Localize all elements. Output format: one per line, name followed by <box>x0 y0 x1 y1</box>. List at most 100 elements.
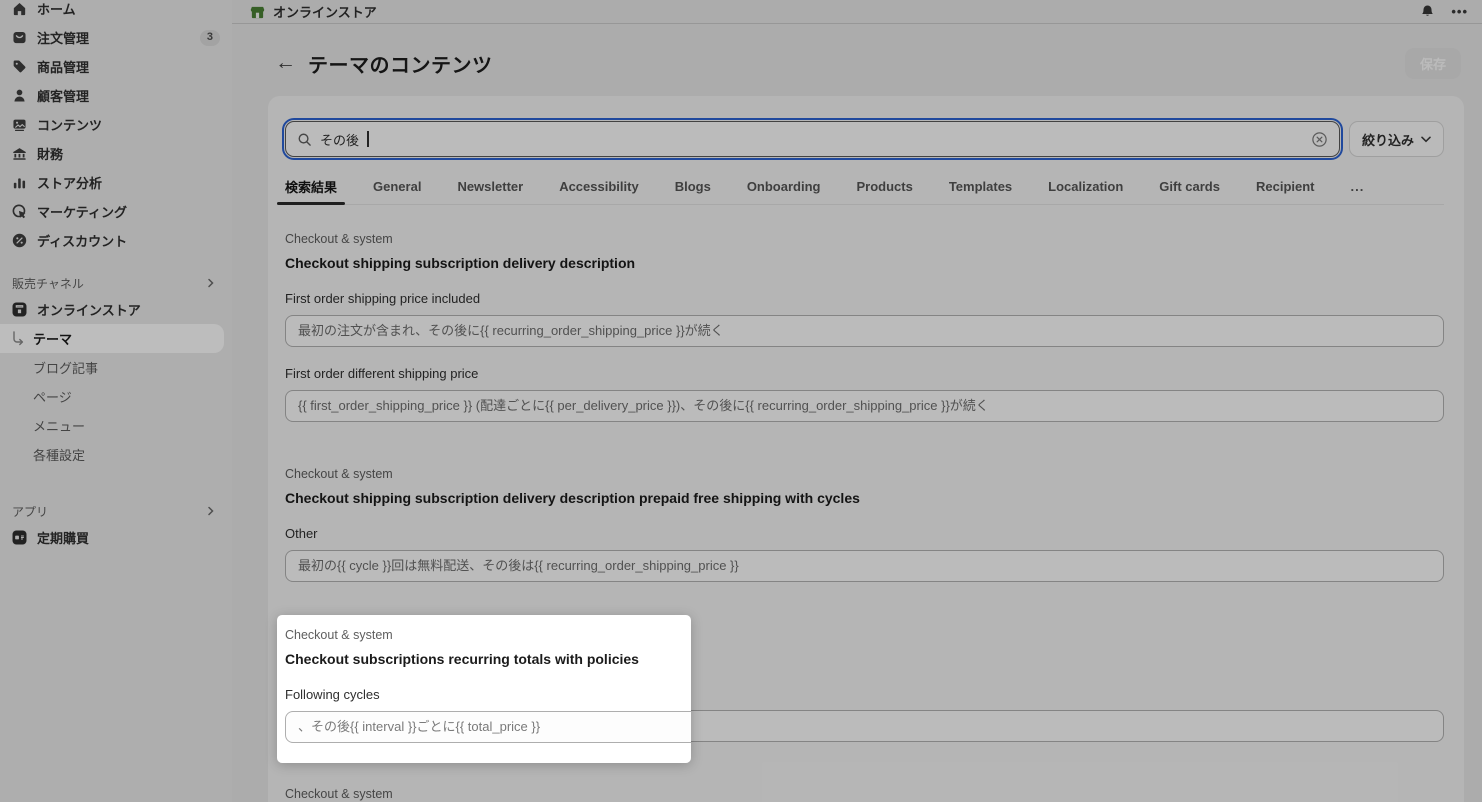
sidebar-item-label: マーケティング <box>37 205 127 220</box>
tab-onboarding[interactable]: Onboarding <box>739 168 829 204</box>
save-button[interactable]: 保存 <box>1404 47 1461 79</box>
sidebar-item-blog-posts[interactable]: ブログ記事 <box>0 353 232 382</box>
bar-chart-icon <box>10 174 28 192</box>
sidebar-item-home[interactable]: ホーム <box>0 0 232 23</box>
section-title: Checkout shipping subscription delivery … <box>285 490 860 506</box>
text-cursor <box>367 131 369 147</box>
store-chip-label: オンラインストア <box>273 5 377 20</box>
field-label: Other <box>285 526 318 541</box>
section-category: Checkout & system <box>285 467 393 481</box>
apps-header-label: アプリ <box>12 504 49 519</box>
sidebar-item-menus[interactable]: メニュー <box>0 411 232 440</box>
translation-section: Checkout & system <box>285 786 1444 802</box>
sidebar-item-discounts[interactable]: ディスカウント <box>0 226 232 255</box>
storefront-green-icon <box>250 4 265 19</box>
person-icon <box>10 87 28 105</box>
notification-bell-icon[interactable] <box>1420 4 1435 19</box>
more-menu-icon[interactable]: ••• <box>1451 5 1468 18</box>
section-title: Checkout shipping subscription delivery … <box>285 255 636 271</box>
bank-icon <box>10 145 28 163</box>
sidebar-item-label: テーマ <box>33 332 73 347</box>
back-arrow-icon[interactable]: ← <box>275 52 296 73</box>
sidebar-item-label: 注文管理 <box>37 31 90 46</box>
tab-search-results[interactable]: 検索結果 <box>277 168 346 205</box>
chevron-right-icon <box>206 278 216 288</box>
page-title: テーマのコンテンツ <box>308 54 493 77</box>
translation-section: Checkout & system Checkout shipping subs… <box>285 466 1444 582</box>
field-label: First order different shipping price <box>285 366 479 381</box>
highlighted-section-card: Checkout & system Checkout subscriptions… <box>277 615 691 763</box>
tab-general[interactable]: General <box>365 168 429 204</box>
subscription-app-icon <box>10 529 28 547</box>
search-input[interactable]: その後 <box>282 118 1343 160</box>
sidebar-item-customers[interactable]: 顧客管理 <box>0 81 232 110</box>
translation-input[interactable]: 最初の注文が含まれ、その後に{{ recurring_order_shippin… <box>285 315 1444 347</box>
search-icon <box>297 132 312 147</box>
sidebar-section-apps[interactable]: アプリ <box>0 499 232 523</box>
channel-topbar: オンラインストア ••• <box>232 0 1482 24</box>
chevron-right-icon <box>206 506 216 516</box>
sidebar-item-label: ホーム <box>37 2 76 17</box>
sidebar-section-sales-channels[interactable]: 販売チャネル <box>0 271 232 295</box>
nested-arrow-icon <box>10 330 26 347</box>
sidebar-item-label: ストア分析 <box>37 176 103 191</box>
tab-gift-cards[interactable]: Gift cards <box>1151 168 1228 204</box>
translation-input[interactable]: 、その後{{ interval }}ごとに{{ total_price }} <box>285 711 691 743</box>
sidebar-item-finance[interactable]: 財務 <box>0 139 232 168</box>
tab-newsletter[interactable]: Newsletter <box>449 168 531 204</box>
filter-button-label: 絞り込み <box>1361 132 1414 148</box>
store-chip[interactable]: オンラインストア <box>250 2 377 21</box>
sidebar-item-label: メニュー <box>33 419 86 434</box>
tab-templates[interactable]: Templates <box>941 168 1020 204</box>
sidebar-item-label: ブログ記事 <box>33 361 99 376</box>
section-category: Checkout & system <box>285 628 393 642</box>
sidebar-item-products[interactable]: 商品管理 <box>0 52 232 81</box>
sidebar-item-content[interactable]: コンテンツ <box>0 110 232 139</box>
discount-icon <box>10 232 28 250</box>
section-category: Checkout & system <box>285 232 393 246</box>
sidebar-item-label: 商品管理 <box>37 60 90 75</box>
orders-count-badge: 3 <box>199 29 220 46</box>
home-icon <box>10 0 28 18</box>
page-header: ← テーマのコンテンツ 保存 <box>232 24 1482 96</box>
field-label: First order shipping price included <box>285 291 481 306</box>
topbar-actions: ••• <box>1420 4 1468 19</box>
clear-search-icon[interactable] <box>1311 131 1328 148</box>
sidebar-item-marketing[interactable]: マーケティング <box>0 197 232 226</box>
tab-localization[interactable]: Localization <box>1040 168 1131 204</box>
tag-icon <box>10 58 28 76</box>
sidebar-item-orders[interactable]: 注文管理 3 <box>0 23 232 52</box>
tab-bar: 検索結果 General Newsletter Accessibility Bl… <box>277 168 1444 205</box>
section-category: Checkout & system <box>285 787 393 801</box>
sidebar-item-subscription-app[interactable]: 定期購買 <box>0 523 232 552</box>
online-store-icon <box>10 301 28 319</box>
sidebar-item-pages[interactable]: ページ <box>0 382 232 411</box>
translation-input[interactable]: {{ first_order_shipping_price }} (配達ごとに{… <box>285 390 1444 422</box>
sidebar-item-label: 財務 <box>37 147 64 162</box>
sidebar-item-preferences[interactable]: 各種設定 <box>0 440 232 469</box>
filter-button[interactable]: 絞り込み <box>1349 121 1444 157</box>
sidebar: ホーム 注文管理 3 商品管理 顧客管理 コンテンツ 財務 ストア分析 マーケテ… <box>0 0 232 802</box>
sidebar-item-label: ページ <box>33 390 72 405</box>
tab-products[interactable]: Products <box>848 168 920 204</box>
app-window: ホーム 注文管理 3 商品管理 顧客管理 コンテンツ 財務 ストア分析 マーケテ… <box>0 0 1482 802</box>
sales-channels-header-label: 販売チャネル <box>12 276 84 291</box>
tab-overflow-button[interactable]: ... <box>1343 168 1373 204</box>
sidebar-item-label: ディスカウント <box>37 234 128 249</box>
sidebar-item-analytics[interactable]: ストア分析 <box>0 168 232 197</box>
sidebar-item-themes[interactable]: テーマ <box>0 324 224 353</box>
sidebar-item-label: 各種設定 <box>33 448 86 463</box>
tab-recipient[interactable]: Recipient <box>1248 168 1323 204</box>
translation-input[interactable]: 最初の{{ cycle }}回は無料配送、その後は{{ recurring_or… <box>285 550 1444 582</box>
sidebar-item-online-store[interactable]: オンラインストア <box>0 295 232 324</box>
search-row: その後 絞り込み <box>282 118 1444 160</box>
tab-blogs[interactable]: Blogs <box>667 168 719 204</box>
orders-icon <box>10 29 28 47</box>
sidebar-item-label: 定期購買 <box>37 531 90 546</box>
tab-accessibility[interactable]: Accessibility <box>551 168 647 204</box>
section-title: Checkout subscriptions recurring totals … <box>285 651 639 667</box>
translation-section: Checkout & system Checkout shipping subs… <box>285 231 1444 422</box>
chevron-down-icon <box>1421 136 1431 143</box>
sidebar-item-label: オンラインストア <box>37 303 141 318</box>
sidebar-item-label: コンテンツ <box>37 118 103 133</box>
